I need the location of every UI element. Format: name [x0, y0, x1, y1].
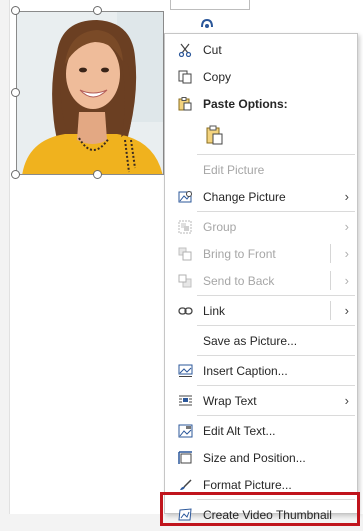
paste-options-header: Paste Options: [165, 90, 357, 117]
menu-item-label: Link [203, 304, 226, 318]
copy-icon [177, 69, 193, 85]
menu-item-edit-alt-text[interactable]: Edit Alt Text... [165, 417, 357, 444]
menu-separator [197, 325, 355, 326]
menu-item-label: Size and Position... [203, 451, 306, 465]
resize-handle-top-left[interactable] [11, 6, 20, 15]
paste-options-label: Paste Options: [203, 97, 288, 111]
split-divider [330, 271, 331, 290]
group-icon [177, 219, 193, 235]
clipboard-icon [177, 96, 193, 112]
menu-item-label: Copy [203, 70, 232, 84]
menu-separator [197, 415, 355, 416]
selected-picture[interactable] [16, 11, 164, 175]
split-divider [330, 244, 331, 263]
menu-item-label: Edit Picture [203, 163, 265, 177]
menu-item-bring-to-front[interactable]: Bring to Front › [165, 240, 357, 267]
alt-text-icon [177, 423, 193, 439]
resize-handle-top-middle[interactable] [93, 6, 102, 15]
paste-option-button[interactable] [165, 120, 357, 150]
chevron-right-icon: › [344, 246, 349, 261]
menu-item-label: Send to Back [203, 274, 275, 288]
menu-item-label: Wrap Text [203, 394, 257, 408]
menu-separator [197, 154, 355, 155]
send-back-icon [177, 273, 193, 289]
mini-toolbar-edge [170, 0, 250, 10]
wrap-text-icon [177, 393, 193, 409]
menu-item-label: Change Picture [203, 190, 286, 204]
mini-toolbar-button[interactable] [196, 15, 218, 33]
split-divider [330, 301, 331, 320]
chevron-right-icon: › [344, 273, 349, 288]
menu-separator [197, 211, 355, 212]
menu-separator [197, 355, 355, 356]
portrait-image [17, 12, 163, 174]
menu-item-save-as-picture[interactable]: Save as Picture... [165, 327, 357, 354]
chevron-right-icon: › [344, 189, 349, 204]
document-margin [0, 0, 10, 531]
menu-item-send-to-back[interactable]: Send to Back › [165, 267, 357, 294]
context-menu: Cut Copy Paste Options: Edit Picture Cha… [164, 33, 358, 522]
menu-item-label: Insert Caption... [203, 364, 288, 378]
menu-item-label: Bring to Front [203, 247, 276, 261]
chevron-right-icon: › [344, 219, 349, 234]
scissors-icon [177, 42, 193, 58]
menu-item-cut[interactable]: Cut [165, 36, 357, 63]
menu-item-copy[interactable]: Copy [165, 63, 357, 90]
menu-item-wrap-text[interactable]: Wrap Text › [165, 387, 357, 414]
menu-item-label: Format Picture... [203, 478, 292, 492]
menu-item-size-and-position[interactable]: Size and Position... [165, 444, 357, 471]
paste-clipboard-icon [205, 125, 225, 145]
resize-handle-middle-left[interactable] [11, 88, 20, 97]
bring-front-icon [177, 246, 193, 262]
menu-item-label: Edit Alt Text... [203, 424, 276, 438]
change-picture-icon [177, 189, 193, 205]
menu-item-label: Group [203, 220, 237, 234]
menu-separator [197, 385, 355, 386]
size-position-icon [177, 450, 193, 466]
chevron-right-icon: › [344, 393, 349, 408]
menu-item-edit-picture[interactable]: Edit Picture [165, 156, 357, 183]
highlight-box [160, 492, 360, 526]
caption-icon [177, 363, 193, 379]
link-icon [177, 303, 193, 319]
menu-item-change-picture[interactable]: Change Picture › [165, 183, 357, 210]
menu-item-link[interactable]: Link › [165, 297, 357, 324]
chevron-right-icon: › [344, 303, 349, 318]
menu-item-label: Save as Picture... [203, 334, 298, 348]
menu-item-label: Cut [203, 43, 222, 57]
menu-separator [197, 295, 355, 296]
menu-item-insert-caption[interactable]: Insert Caption... [165, 357, 357, 384]
layout-options-icon [201, 18, 213, 28]
resize-handle-bottom-left[interactable] [11, 170, 20, 179]
resize-handle-bottom-middle[interactable] [93, 170, 102, 179]
menu-item-group[interactable]: Group › [165, 213, 357, 240]
format-picture-icon [177, 477, 193, 493]
